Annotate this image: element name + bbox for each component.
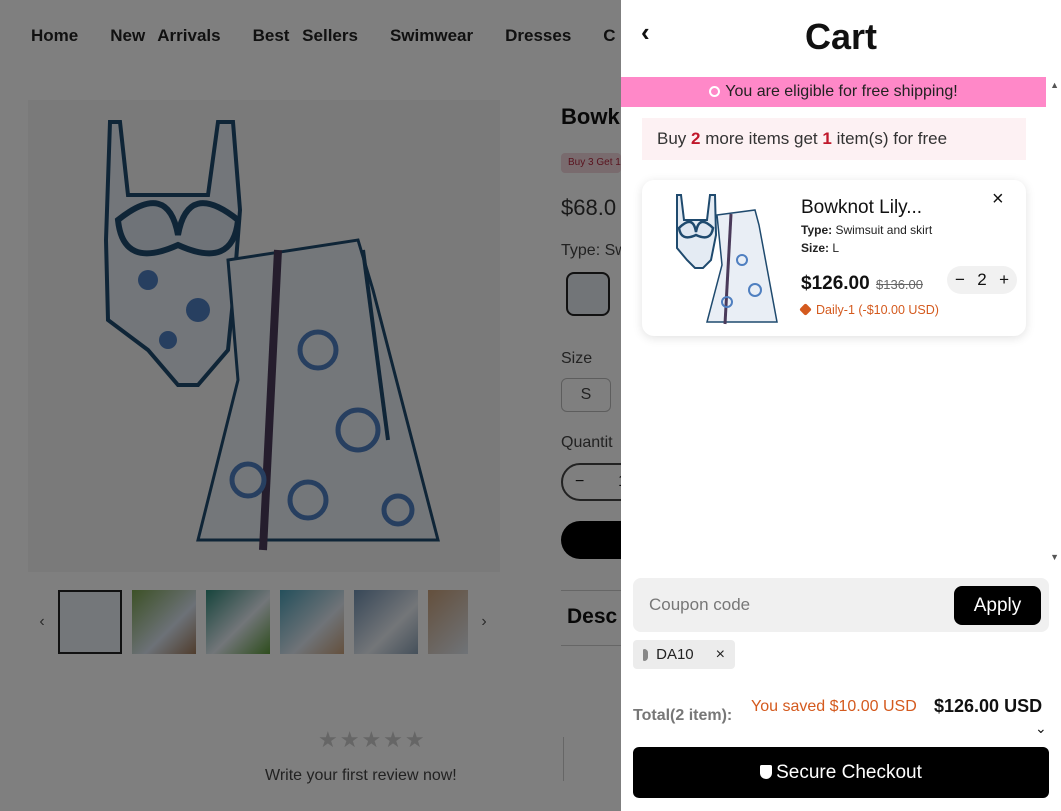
apply-button[interactable]: Apply	[954, 586, 1041, 625]
total-label: Total(2 item):	[633, 707, 733, 724]
chevron-left-icon[interactable]: ‹	[641, 17, 650, 48]
bogo-text: more items get	[700, 129, 823, 148]
type-value: Swimsuit and skirt	[835, 223, 933, 237]
cart-item-discount: Daily-1 (-$10.00 USD)	[799, 303, 939, 317]
plus-icon[interactable]: +	[999, 270, 1009, 290]
quantity-value: 2	[977, 270, 987, 289]
bogo-free-count: 1	[822, 129, 832, 148]
free-shipping-banner: You are eligible for free shipping!	[621, 77, 1046, 107]
coupon-field[interactable]: Coupon code Apply	[633, 578, 1049, 632]
size-key: Size:	[801, 241, 830, 255]
checkout-label: Secure Checkout	[776, 762, 922, 783]
cart-item-image[interactable]	[667, 190, 779, 330]
type-key: Type:	[801, 223, 833, 237]
minus-icon[interactable]: −	[955, 270, 965, 290]
modal-overlay[interactable]	[0, 0, 621, 811]
free-shipping-text: You are eligible for free shipping!	[725, 83, 958, 100]
info-icon	[709, 86, 721, 97]
cart-item-size: Size: L	[801, 241, 839, 255]
bogo-promo: Buy 2 more items get 1 item(s) for free	[642, 118, 1026, 160]
applied-coupon-code: DA10	[656, 646, 694, 663]
discount-text: Daily-1 (-$10.00 USD)	[816, 303, 939, 317]
total-value: $126.00 USD	[934, 696, 1043, 716]
applied-coupon-chip: DA10 ×	[633, 640, 735, 669]
quantity-stepper: − 2 +	[947, 266, 1017, 294]
cart-title: Cart	[804, 16, 878, 57]
close-icon[interactable]: ×	[992, 188, 1004, 211]
cart-item-type: Type: Swimsuit and skirt	[801, 223, 932, 237]
tag-icon	[643, 648, 649, 661]
cart-item: Bowknot Lily... × Type: Swimsuit and ski…	[642, 180, 1026, 336]
bogo-text: Buy	[657, 129, 692, 148]
secure-checkout-button[interactable]: Secure Checkout	[633, 747, 1049, 798]
cart-item-compare-price: $136.00	[876, 277, 923, 292]
close-icon[interactable]: ×	[716, 646, 725, 664]
scroll-up-icon[interactable]: ▲	[1050, 80, 1059, 90]
chevron-down-icon[interactable]: ⌄	[1035, 720, 1047, 737]
shield-check-icon	[760, 765, 773, 779]
cart-item-name[interactable]: Bowknot Lily...	[801, 197, 922, 219]
size-value: L	[832, 241, 840, 255]
savings-text: You saved $10.00 USD	[751, 698, 917, 715]
cart-drawer: Cart ‹ You are eligible for free shippin…	[621, 0, 1061, 811]
tag-icon	[799, 303, 812, 316]
cart-item-price: $126.00	[801, 273, 870, 294]
scroll-down-icon[interactable]: ▼	[1050, 552, 1059, 562]
bogo-text: item(s) for free	[831, 129, 948, 148]
coupon-input[interactable]: Coupon code	[649, 595, 750, 615]
bogo-count: 2	[691, 129, 701, 148]
